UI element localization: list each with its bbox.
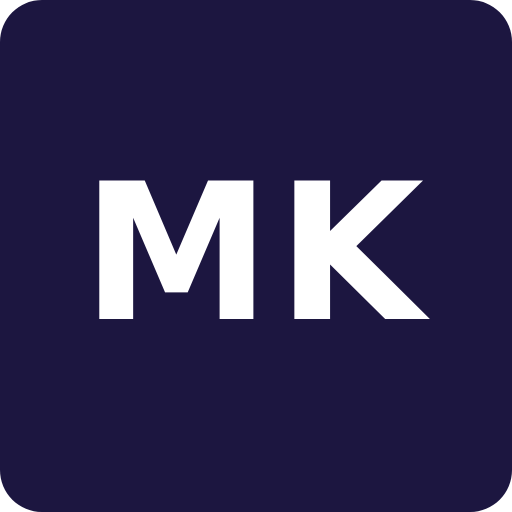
avatar-initials: MK: [81, 143, 431, 364]
avatar[interactable]: MK: [0, 0, 512, 512]
